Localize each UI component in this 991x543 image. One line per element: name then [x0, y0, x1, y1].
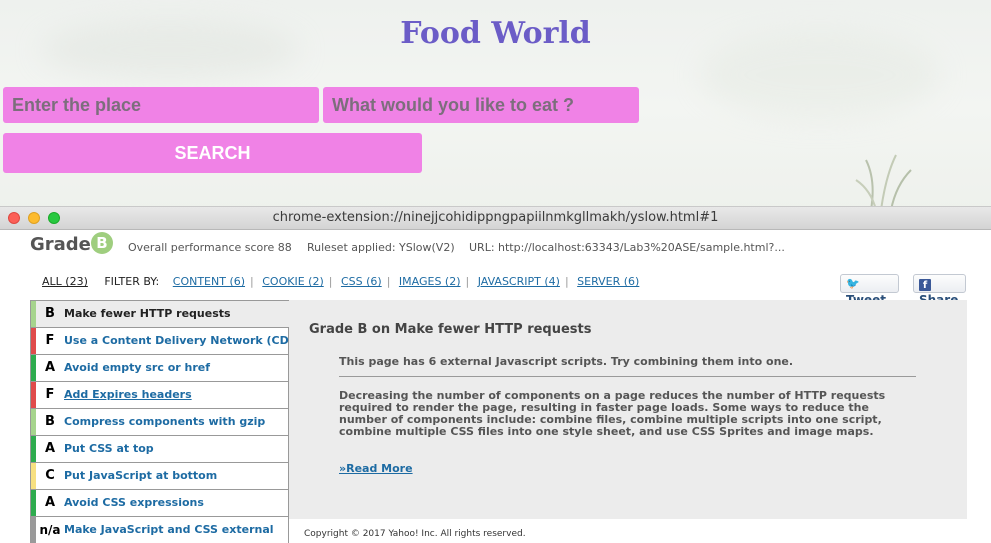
- rule-name: Use a Content Delivery Network (CDN): [64, 334, 303, 347]
- rule-item[interactable]: A Avoid empty src or href: [30, 355, 289, 382]
- rule-name: Avoid CSS expressions: [64, 496, 204, 509]
- filter-css[interactable]: CSS (6): [341, 275, 382, 288]
- rule-item[interactable]: n/a Make JavaScript and CSS external: [30, 517, 289, 543]
- rule-grade: A: [44, 441, 56, 456]
- filter-cookie[interactable]: COOKIE (2): [262, 275, 323, 288]
- filter-server[interactable]: SERVER (6): [577, 275, 639, 288]
- filter-content[interactable]: CONTENT (6): [173, 275, 245, 288]
- separator: |: [328, 275, 333, 288]
- food-input[interactable]: [323, 87, 639, 123]
- rule-grade: B: [45, 414, 55, 429]
- separator: |: [564, 275, 569, 288]
- rule-name: Make fewer HTTP requests: [64, 307, 231, 320]
- facebook-share-button[interactable]: f Share: [913, 274, 966, 307]
- rule-name: Avoid empty src or href: [64, 361, 211, 374]
- ruleset-applied: Ruleset applied: YSlow(V2): [307, 241, 455, 254]
- rule-grade: F: [45, 333, 55, 348]
- grade-color-bar: [31, 463, 36, 489]
- filter-images[interactable]: IMAGES (2): [399, 275, 461, 288]
- filter-all[interactable]: ALL (23): [42, 275, 88, 288]
- place-input[interactable]: [3, 87, 319, 123]
- site-title: Food World: [400, 16, 591, 51]
- filter-javascript[interactable]: JAVASCRIPT (4): [478, 275, 560, 288]
- rule-item[interactable]: F Use a Content Delivery Network (CDN): [30, 328, 303, 355]
- window-url: chrome-extension://ninejjcohidippngpapii…: [272, 210, 719, 225]
- grade-summary: Grade B Overall performance score 88 Rul…: [30, 232, 980, 261]
- rule-item[interactable]: B Compress components with gzip: [30, 409, 289, 436]
- grade-label: Grade: [30, 234, 91, 255]
- search-button[interactable]: SEARCH: [3, 133, 422, 173]
- rule-grade: n/a: [39, 523, 61, 537]
- rule-name: Put CSS at top: [64, 442, 154, 455]
- detail-title: Grade B on Make fewer HTTP requests: [309, 322, 592, 337]
- grade-color-bar: [31, 328, 36, 354]
- twitter-bird-icon: 🐦: [846, 277, 860, 290]
- rule-item[interactable]: B Make fewer HTTP requests: [30, 300, 289, 328]
- food-world-page: Food World SEARCH: [0, 0, 991, 215]
- separator: |: [386, 275, 391, 288]
- analyzed-url: URL: http://localhost:63343/Lab3%20ASE/s…: [469, 241, 785, 254]
- rule-name: Compress components with gzip: [64, 415, 266, 428]
- rule-grade: B: [45, 306, 55, 321]
- divider: [339, 376, 916, 377]
- overall-score: Overall performance score 88: [128, 241, 292, 254]
- yslow-window: chrome-extension://ninejjcohidippngpapii…: [0, 206, 991, 543]
- plant-image: [855, 154, 912, 210]
- grade-color-bar: [31, 355, 36, 381]
- detail-description: Decreasing the number of components on a…: [339, 389, 886, 438]
- rules-list: B Make fewer HTTP requests F Use a Conte…: [30, 300, 303, 543]
- tweet-button[interactable]: 🐦 Tweet: [840, 274, 899, 307]
- facebook-icon: f: [919, 279, 931, 291]
- rule-name: Add Expires headers: [64, 388, 192, 401]
- rule-item[interactable]: A Put CSS at top: [30, 436, 289, 463]
- rule-grade: F: [45, 387, 55, 402]
- filter-bar: ALL (23) FILTER BY: CONTENT (6) | COOKIE …: [42, 275, 639, 288]
- rule-name: Put JavaScript at bottom: [64, 469, 218, 482]
- rule-detail-panel: Grade B on Make fewer HTTP requests This…: [289, 300, 967, 519]
- rule-grade: A: [44, 495, 56, 510]
- separator: |: [465, 275, 470, 288]
- rule-name: Make JavaScript and CSS external: [64, 523, 274, 536]
- grade-color-bar: [31, 409, 36, 435]
- copyright-text: Copyright © 2017 Yahoo! Inc. All rights …: [304, 529, 526, 539]
- rule-item[interactable]: A Avoid CSS expressions: [30, 490, 289, 517]
- grade-badge: B: [91, 232, 113, 254]
- detail-message: This page has 6 external Javascript scri…: [339, 355, 794, 368]
- window-titlebar: chrome-extension://ninejjcohidippngpapii…: [0, 207, 991, 230]
- grade-color-bar: [31, 382, 36, 408]
- read-more-link[interactable]: »Read More: [339, 462, 413, 475]
- grade-color-bar: [31, 301, 36, 327]
- rule-grade: A: [44, 360, 56, 375]
- separator: |: [250, 275, 254, 288]
- grade-color-bar: [31, 436, 36, 462]
- rule-item[interactable]: F Add Expires headers: [30, 382, 289, 409]
- rule-item[interactable]: C Put JavaScript at bottom: [30, 463, 289, 490]
- rule-grade: C: [45, 468, 55, 483]
- filter-by-label: FILTER BY:: [104, 275, 160, 288]
- grade-color-bar: [31, 490, 36, 516]
